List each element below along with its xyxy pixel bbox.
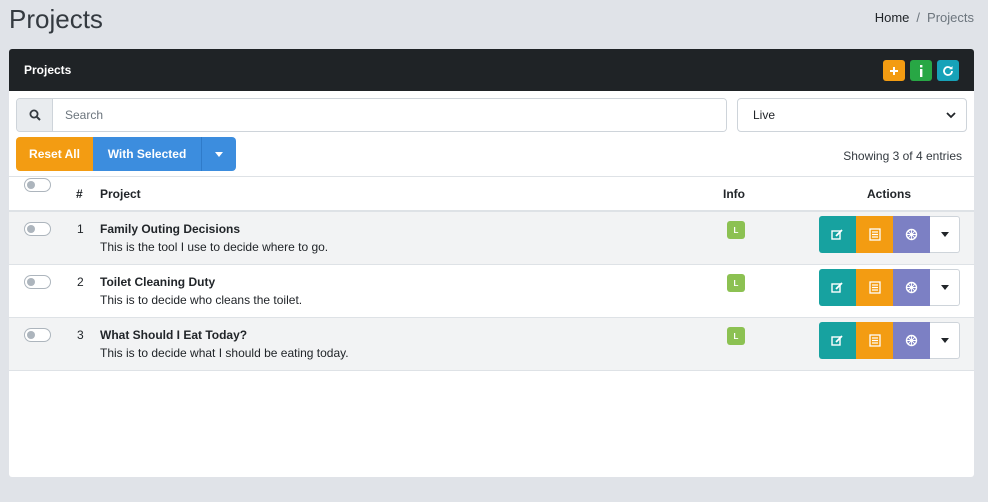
card-header: Projects [9, 49, 974, 91]
wheel-icon [905, 334, 918, 347]
edit-button[interactable] [819, 322, 856, 359]
wheel-icon [905, 228, 918, 241]
row-select-toggle[interactable] [24, 328, 51, 342]
row-number: 3 [77, 328, 84, 342]
bulk-action-buttons: Reset All With Selected [16, 137, 236, 171]
add-project-button[interactable] [883, 60, 905, 81]
table-row: 1 Family Outing Decisions This is the to… [9, 212, 974, 265]
entries-info: Showing 3 of 4 entries [843, 149, 962, 163]
row-number: 2 [77, 275, 84, 289]
table-row: 2 Toilet Cleaning Duty This is to decide… [9, 265, 974, 318]
card-title: Projects [24, 63, 72, 77]
row-select-toggle[interactable] [24, 222, 51, 236]
row-select-toggle[interactable] [24, 275, 51, 289]
live-status-badge: L [727, 221, 745, 239]
breadcrumb: Home / Projects [875, 10, 974, 25]
with-selected-button[interactable]: With Selected [93, 137, 201, 171]
search-icon [29, 109, 41, 121]
project-name: Toilet Cleaning Duty [100, 275, 216, 289]
project-name: Family Outing Decisions [100, 222, 241, 236]
spin-wheel-button[interactable] [893, 216, 930, 253]
projects-table: # Project Info Actions 1 Family Outing D… [9, 176, 974, 371]
caret-down-icon [215, 151, 223, 157]
details-button[interactable] [856, 269, 893, 306]
edit-button[interactable] [819, 269, 856, 306]
list-icon [868, 228, 881, 241]
caret-down-icon [940, 338, 949, 343]
with-selected-dropdown-toggle[interactable] [201, 137, 236, 171]
column-header-number: # [76, 187, 83, 201]
project-description: This is to decide who cleans the toilet. [100, 293, 303, 307]
spin-wheel-button[interactable] [893, 322, 930, 359]
edit-icon [831, 282, 843, 293]
row-actions [819, 216, 960, 253]
reset-all-button[interactable]: Reset All [16, 137, 93, 171]
search-addon [17, 99, 53, 131]
caret-down-icon [940, 285, 949, 290]
breadcrumb-home[interactable]: Home [875, 10, 910, 25]
search-row: Live [16, 98, 967, 132]
more-actions-toggle[interactable] [930, 216, 960, 253]
more-actions-toggle[interactable] [930, 269, 960, 306]
row-actions [819, 269, 960, 306]
spin-wheel-button[interactable] [893, 269, 930, 306]
refresh-button[interactable] [937, 60, 959, 81]
breadcrumb-separator: / [916, 10, 921, 25]
live-status-badge: L [727, 274, 745, 292]
projects-card: Projects Live Reset All With Selecte [9, 49, 974, 477]
row-number: 1 [77, 222, 84, 236]
edit-button[interactable] [819, 216, 856, 253]
info-button[interactable] [910, 60, 932, 81]
breadcrumb-current: Projects [927, 10, 974, 25]
status-filter-value: Live [753, 108, 776, 122]
page-title: Projects [9, 4, 103, 34]
more-actions-toggle[interactable] [930, 322, 960, 359]
project-description: This is the tool I use to decide where t… [100, 240, 329, 254]
details-button[interactable] [856, 322, 893, 359]
info-icon [920, 64, 923, 77]
column-header-project[interactable]: Project [100, 187, 141, 201]
table-header: # Project Info Actions [9, 176, 974, 212]
edit-icon [831, 229, 843, 240]
list-icon [868, 281, 881, 294]
live-status-badge: L [727, 327, 745, 345]
status-filter-select[interactable]: Live [737, 98, 967, 132]
details-button[interactable] [856, 216, 893, 253]
project-name: What Should I Eat Today? [100, 328, 248, 342]
wheel-icon [905, 281, 918, 294]
plus-icon [890, 66, 898, 75]
edit-icon [831, 335, 843, 346]
project-description: This is to decide what I should be eatin… [100, 346, 349, 360]
table-row: 3 What Should I Eat Today? This is to de… [9, 318, 974, 371]
header-tools [883, 60, 959, 81]
list-icon [868, 334, 881, 347]
row-actions [819, 322, 960, 359]
chevron-down-icon [946, 111, 956, 118]
caret-down-icon [940, 232, 949, 237]
column-header-actions: Actions [867, 187, 912, 201]
column-header-info: Info [723, 187, 745, 201]
refresh-icon [943, 65, 953, 76]
select-all-toggle[interactable] [24, 178, 51, 192]
search-input[interactable] [53, 99, 726, 131]
search-group [16, 98, 727, 132]
